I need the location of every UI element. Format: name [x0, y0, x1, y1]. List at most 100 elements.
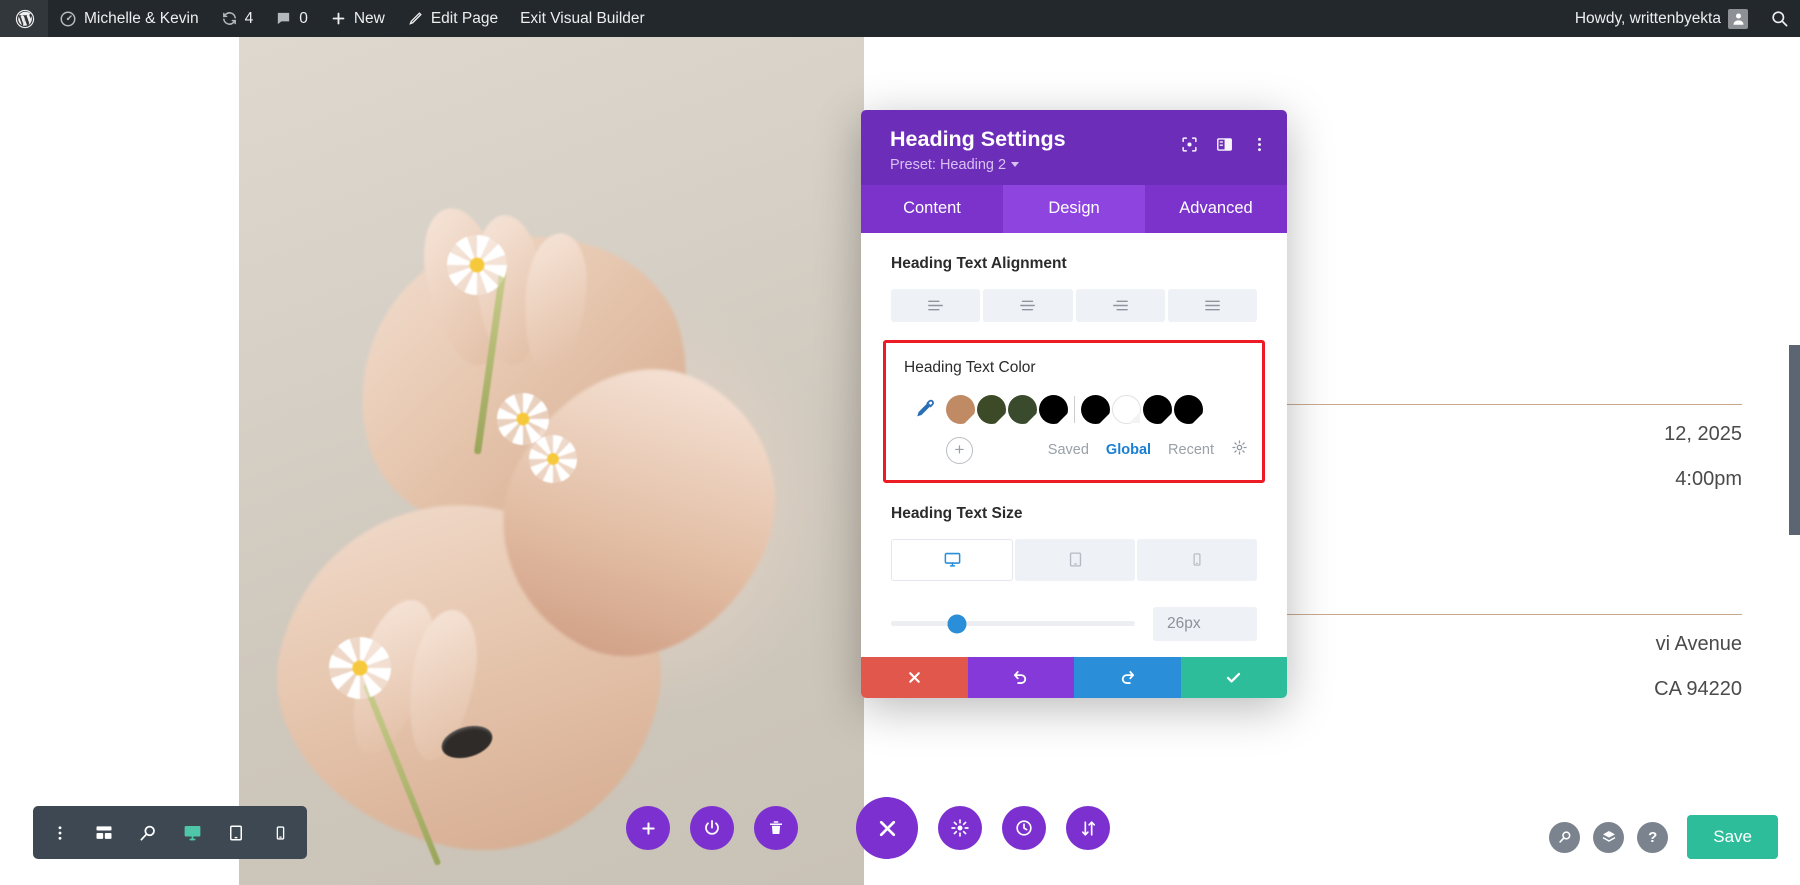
modal-preset-selector[interactable]: Preset: Heading 2	[890, 157, 1066, 173]
color-swatches	[946, 394, 1203, 424]
hero-photo	[239, 37, 864, 885]
focus-icon[interactable]	[1180, 135, 1199, 154]
gear-icon[interactable]	[1231, 439, 1248, 461]
layers-icon[interactable]	[1593, 821, 1625, 853]
admin-bar-account[interactable]: Howdy, writtenbyekta	[1564, 0, 1759, 37]
admin-bar-left: Michelle & Kevin 4 0 New Edit Page Exit …	[0, 0, 656, 37]
tablet-icon[interactable]	[215, 811, 257, 855]
tab-content[interactable]: Content	[861, 185, 1003, 233]
color-swatch[interactable]	[977, 394, 1006, 424]
heading-text-color-section: Heading Text Color + Saved Global Recent	[883, 339, 1265, 483]
comments-icon	[275, 10, 292, 27]
add-color-button[interactable]: +	[946, 436, 973, 464]
admin-bar-comments-count: 0	[299, 9, 308, 27]
admin-bar-exit-label: Exit Visual Builder	[520, 9, 645, 27]
tab-design[interactable]: Design	[1003, 184, 1145, 233]
device-desktop-button[interactable]	[891, 538, 1013, 581]
history-clock-icon[interactable]	[1002, 806, 1046, 850]
search-icon[interactable]	[1549, 821, 1581, 853]
portability-icon[interactable]	[1066, 806, 1110, 850]
close-builder-button[interactable]	[856, 797, 918, 859]
redo-button[interactable]	[1074, 656, 1181, 698]
pencil-icon	[407, 10, 424, 27]
wireframe-icon[interactable]	[83, 811, 125, 855]
slider-handle[interactable]	[947, 614, 967, 634]
color-swatch[interactable]	[1143, 394, 1172, 424]
device-tablet-button[interactable]	[1015, 538, 1135, 581]
swatch-divider	[1074, 395, 1075, 423]
admin-bar-site-label: Michelle & Kevin	[84, 9, 199, 27]
palette-tab-recent[interactable]: Recent	[1168, 442, 1214, 458]
cancel-button[interactable]	[861, 656, 968, 698]
admin-bar-item-exit-visual-builder[interactable]: Exit Visual Builder	[509, 0, 656, 37]
admin-bar-item-new[interactable]: New	[319, 0, 396, 37]
device-phone-button[interactable]	[1137, 538, 1257, 581]
admin-bar-search-button[interactable]	[1759, 0, 1800, 37]
plus-icon	[330, 10, 347, 27]
tab-advanced[interactable]: Advanced	[1145, 185, 1287, 233]
photo-daisy	[329, 637, 391, 699]
admin-bar-howdy-label: Howdy, writtenbyekta	[1574, 9, 1721, 27]
heading-text-size-label: Heading Text Size	[891, 504, 1023, 522]
align-justify-button[interactable]	[1167, 288, 1257, 322]
zoom-out-icon[interactable]	[127, 811, 169, 855]
heading-text-size-slider[interactable]	[891, 614, 1135, 634]
admin-bar-item-site[interactable]: Michelle & Kevin	[48, 0, 210, 37]
heading-settings-modal: Heading Settings Preset: Heading 2 Conte…	[861, 110, 1287, 698]
page-scrollbar[interactable]	[1789, 345, 1800, 535]
panel-layout-icon[interactable]	[1215, 135, 1234, 154]
admin-bar-updates-count: 4	[244, 9, 254, 27]
photo-daisy	[447, 235, 507, 295]
apply-button[interactable]	[1180, 656, 1287, 698]
more-vertical-icon[interactable]	[39, 811, 81, 855]
eyedropper-icon[interactable]	[902, 398, 946, 420]
app-root: Michelle & Kevin 4 0 New Edit Page Exit …	[0, 0, 1800, 885]
align-center-button[interactable]	[983, 288, 1073, 322]
admin-bar-new-label: New	[353, 9, 385, 27]
palette-tab-saved[interactable]: Saved	[1048, 442, 1089, 458]
modal-preset-label: Preset: Heading 2	[890, 156, 1007, 173]
color-swatch[interactable]	[946, 394, 975, 424]
save-button[interactable]: Save	[1687, 815, 1778, 859]
palette-controls-row: + Saved Global Recent	[896, 436, 1262, 464]
more-vertical-icon[interactable]	[1250, 135, 1269, 154]
modal-header: Heading Settings Preset: Heading 2	[861, 110, 1287, 185]
help-icon[interactable]: ?	[1637, 821, 1669, 853]
heading-text-size-section: Heading Text Size	[861, 483, 1287, 583]
admin-bar-item-updates[interactable]: 4	[210, 0, 265, 37]
modal-header-actions	[1180, 127, 1269, 154]
align-right-button[interactable]	[1075, 288, 1165, 322]
modal-title-block: Heading Settings Preset: Heading 2	[890, 127, 1066, 173]
heading-text-size-control: 26px	[861, 606, 1287, 641]
avatar	[1728, 8, 1748, 29]
heading-text-alignment-section: Heading Text Alignment	[861, 233, 1287, 324]
palette-tab-global[interactable]: Global	[1106, 442, 1151, 458]
color-swatch[interactable]	[1174, 394, 1203, 424]
desktop-icon[interactable]	[171, 811, 213, 855]
wordpress-logo-button[interactable]	[0, 0, 48, 37]
palette-tabs: Saved Global Recent	[1048, 439, 1248, 461]
power-icon[interactable]	[690, 806, 734, 850]
modal-title: Heading Settings	[890, 127, 1066, 151]
add-section-button[interactable]	[626, 806, 670, 850]
color-swatch-row	[896, 394, 1262, 424]
wp-admin-bar: Michelle & Kevin 4 0 New Edit Page Exit …	[0, 0, 1800, 37]
color-swatch[interactable]	[1008, 394, 1037, 424]
heading-text-alignment-label: Heading Text Alignment	[891, 254, 1067, 272]
updates-icon	[221, 10, 238, 27]
phone-icon[interactable]	[259, 811, 301, 855]
color-swatch[interactable]	[1112, 394, 1141, 424]
settings-gear-icon[interactable]	[938, 806, 982, 850]
chevron-down-icon	[1011, 162, 1020, 168]
trash-icon[interactable]	[754, 806, 798, 850]
dashboard-icon	[59, 10, 77, 28]
align-left-button[interactable]	[891, 288, 981, 322]
wordpress-icon	[14, 8, 36, 30]
admin-bar-item-comments[interactable]: 0	[264, 0, 319, 37]
builder-action-cluster	[626, 797, 1110, 859]
color-swatch[interactable]	[1081, 394, 1110, 424]
heading-text-size-value[interactable]: 26px	[1153, 606, 1257, 641]
color-swatch[interactable]	[1039, 394, 1068, 424]
admin-bar-item-edit-page[interactable]: Edit Page	[396, 0, 509, 37]
undo-button[interactable]	[967, 656, 1074, 698]
